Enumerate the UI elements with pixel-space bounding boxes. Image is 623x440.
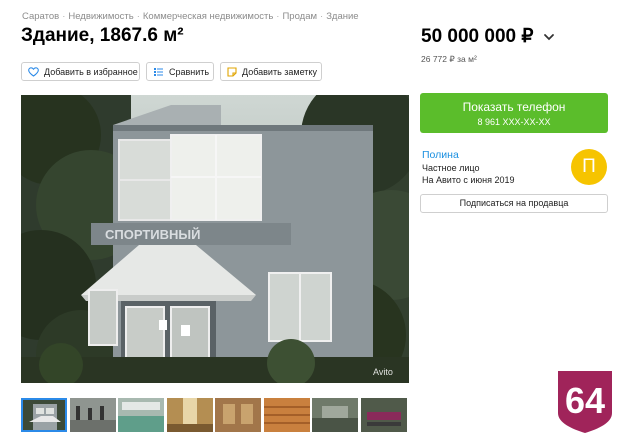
- breadcrumb-separator: ·: [136, 11, 140, 22]
- compare-label: Сравнить: [169, 66, 210, 77]
- breadcrumb-item-commercial[interactable]: Коммерческая недвижимость: [143, 11, 273, 22]
- note-icon: [227, 66, 237, 77]
- thumbnail-5[interactable]: [215, 398, 261, 432]
- listing-price: 50 000 000 ₽: [421, 26, 534, 47]
- breadcrumb-item-city[interactable]: Саратов: [22, 11, 59, 22]
- thumbnail-4[interactable]: [166, 398, 213, 432]
- price-per-sqm: 26 772 ₽ за м²: [421, 54, 477, 64]
- compare-icon: [154, 67, 163, 76]
- breadcrumb-separator: ·: [276, 11, 280, 22]
- add-to-favorites-label: Добавить в избранное: [44, 66, 138, 77]
- subscribe-seller-button[interactable]: Подписаться на продавца: [420, 194, 608, 213]
- breadcrumb-item-building[interactable]: Здание: [326, 11, 358, 22]
- photo-watermark: Avito: [373, 367, 393, 377]
- thumbnail-8[interactable]: [360, 398, 407, 432]
- seller-type: Частное лицо: [422, 163, 480, 173]
- listing-title: Здание, 1867.6 м²: [21, 25, 184, 46]
- add-to-favorites-button[interactable]: Добавить в избранное: [21, 62, 140, 81]
- seller-name[interactable]: Полина: [422, 149, 459, 161]
- building-photo: СПОРТИВНЫЙ Avito: [21, 95, 409, 383]
- region-badge-number: 64: [565, 380, 605, 421]
- compare-button[interactable]: Сравнить: [146, 62, 214, 81]
- thumbnail-6[interactable]: [263, 398, 310, 432]
- thumbnail-1[interactable]: [21, 398, 67, 432]
- main-photo[interactable]: СПОРТИВНЫЙ Avito: [21, 95, 409, 383]
- add-note-button[interactable]: Добавить заметку: [220, 62, 322, 81]
- thumbnail-7[interactable]: [312, 398, 358, 432]
- seller-since: На Авито с июня 2019: [422, 175, 515, 185]
- heart-icon: [28, 66, 39, 77]
- thumbnail-2[interactable]: [69, 398, 116, 432]
- avatar[interactable]: П: [571, 149, 607, 185]
- add-note-label: Добавить заметку: [242, 66, 317, 77]
- chevron-down-icon[interactable]: [542, 30, 556, 44]
- building-sign: СПОРТИВНЫЙ: [105, 227, 200, 242]
- thumbnail-3[interactable]: [118, 398, 164, 432]
- breadcrumb: Саратов · Недвижимость · Коммерческая недвиж…: [22, 11, 359, 22]
- breadcrumb-item-sell[interactable]: Продам: [282, 11, 317, 22]
- breadcrumb-item-realty[interactable]: Недвижимость: [68, 11, 133, 22]
- show-phone-button[interactable]: Показать телефон 8 961 XXX-XX-XX: [420, 93, 608, 133]
- region-64-logo: 64: [558, 371, 612, 433]
- breadcrumb-separator: ·: [62, 11, 66, 22]
- show-phone-label: Показать телефон: [462, 100, 566, 114]
- masked-phone: 8 961 XXX-XX-XX: [477, 117, 551, 127]
- breadcrumb-separator: ·: [320, 11, 324, 22]
- thumbnail-strip: [21, 398, 409, 432]
